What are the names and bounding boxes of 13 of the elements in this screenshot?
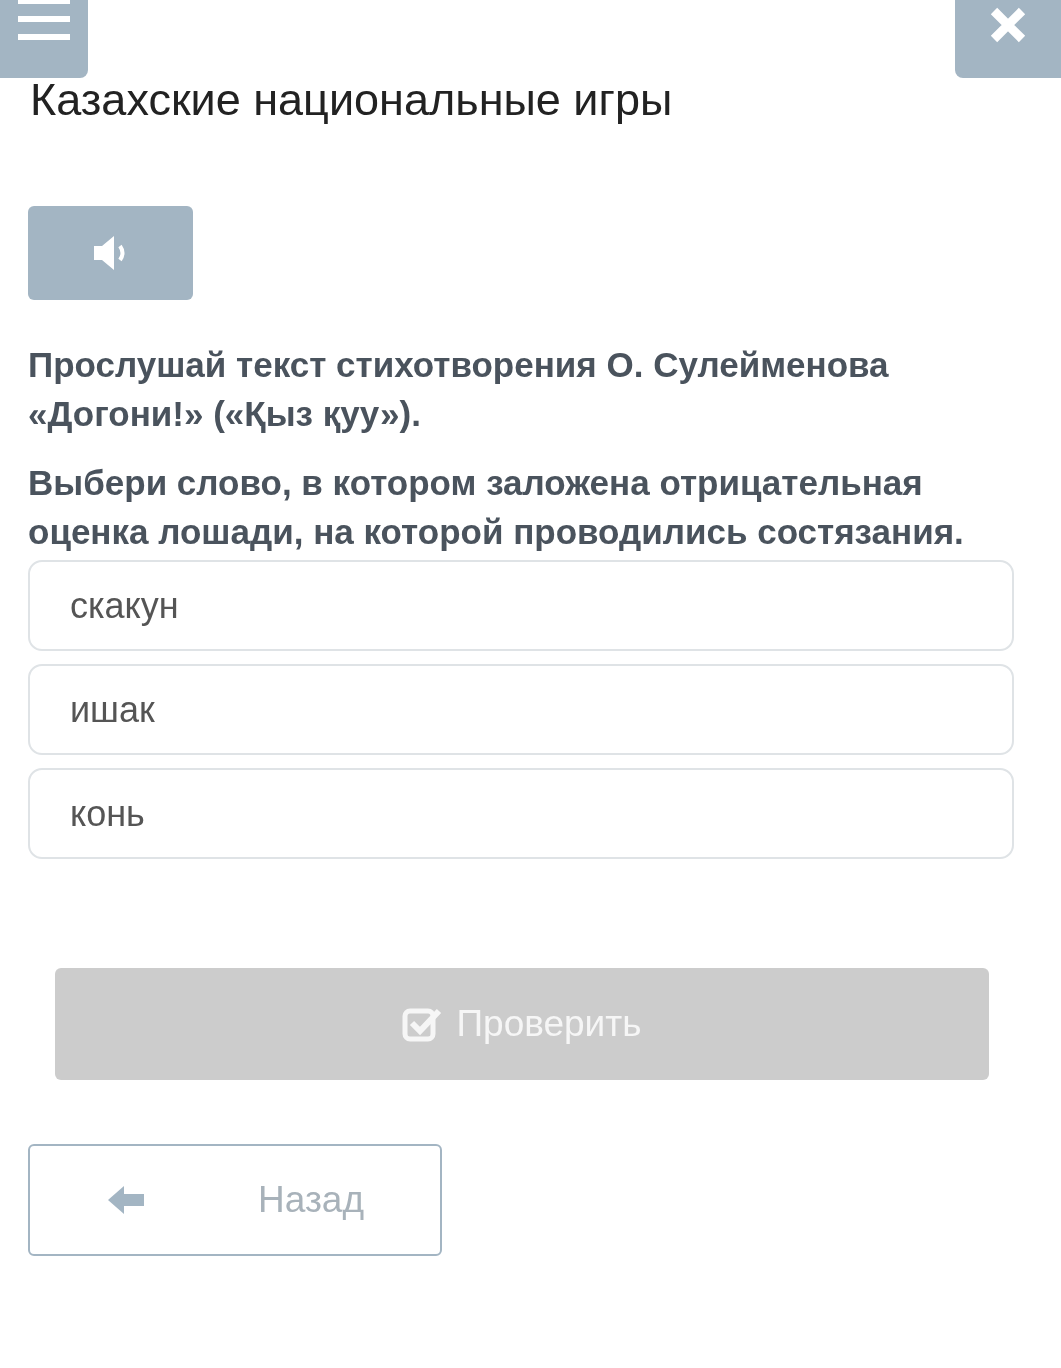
- answer-option[interactable]: скакун: [28, 560, 1014, 651]
- answer-option[interactable]: конь: [28, 768, 1014, 859]
- close-button[interactable]: [955, 0, 1061, 78]
- audio-button[interactable]: [28, 206, 193, 300]
- question-text: Выбери слово, в котором заложена отрицательная оценка лошади, на которой проводились состязания.: [28, 462, 965, 553]
- checkbox-icon: [402, 1006, 443, 1042]
- answer-option[interactable]: ишак: [28, 664, 1014, 755]
- menu-icon: [18, 0, 70, 42]
- menu-button[interactable]: [0, 0, 88, 78]
- arrow-left-icon: [106, 1184, 146, 1216]
- close-icon: [989, 6, 1027, 44]
- question-text: Прослушай текст стихотворения О. Сулейменова «Догони!» («Қыз қуу»).: [28, 344, 890, 435]
- page-title: Казахские национальные игры: [30, 74, 674, 126]
